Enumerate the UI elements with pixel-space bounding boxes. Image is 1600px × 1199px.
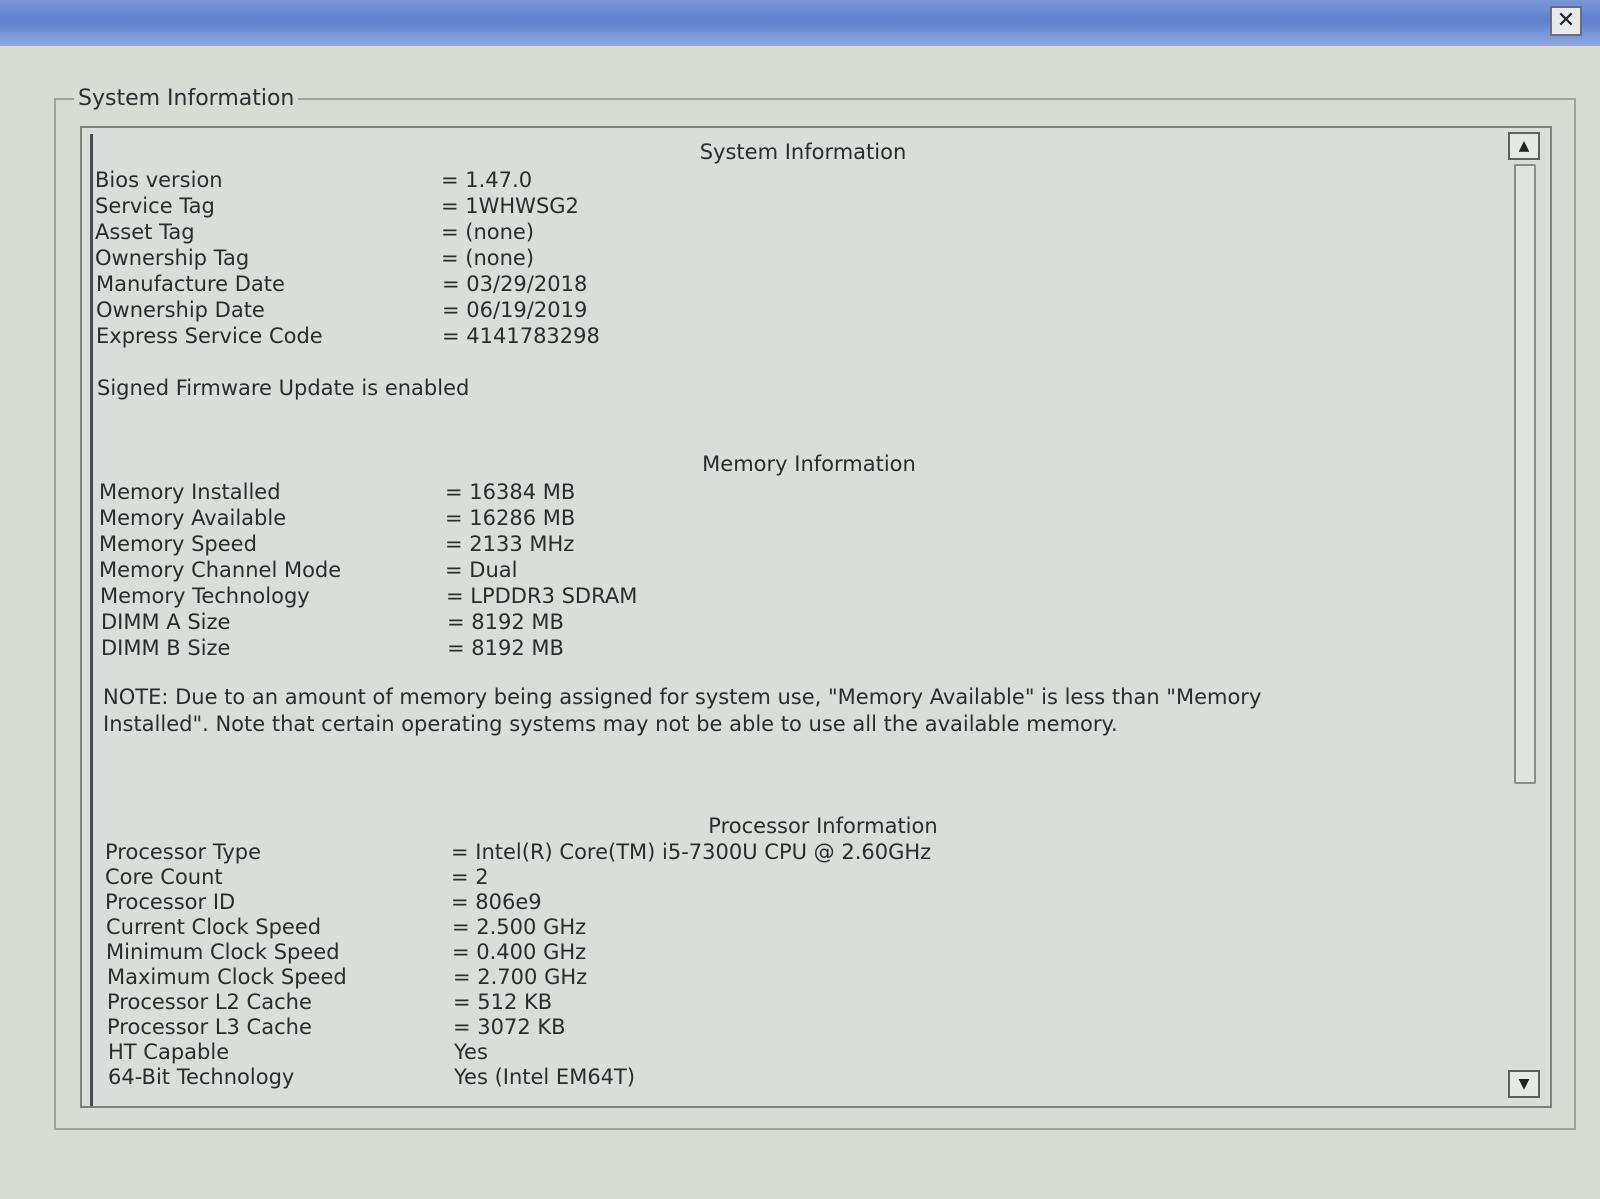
row-value: = 2 (451, 865, 489, 889)
group-legend: System Information (74, 86, 299, 111)
scroll-down-button[interactable]: ▼ (1508, 1070, 1540, 1098)
system-section-title: System Information (699, 140, 907, 164)
info-panel[interactable]: System Information Bios version = 1.47.0… (80, 126, 1552, 1108)
row-value: = (none) (441, 220, 535, 244)
row-label: Minimum Clock Speed (106, 940, 340, 964)
row-value: = Dual (445, 558, 518, 582)
row-label: Processor ID (105, 890, 236, 914)
arrow-up-icon: ▲ (1518, 138, 1530, 154)
row-value: Yes (Intel EM64T) (454, 1065, 636, 1089)
row-value: = 4141783298 (442, 324, 600, 348)
row-label: Memory Installed (99, 480, 281, 504)
arrow-down-icon: ▼ (1518, 1076, 1530, 1092)
scroll-up-button[interactable]: ▲ (1508, 132, 1540, 160)
row-value: = 3072 KB (453, 1015, 566, 1039)
processor-section-title: Processor Information (708, 814, 938, 838)
info-content: System Information Bios version = 1.47.0… (82, 128, 1502, 1106)
row-label: Processor L3 Cache (107, 1015, 312, 1039)
row-label: Maximum Clock Speed (107, 965, 347, 989)
row-value: = 2133 MHz (445, 532, 575, 556)
row-value: = LPDDR3 SDRAM (446, 584, 638, 608)
row-value: = 16384 MB (445, 480, 576, 504)
info-text-area: System Information Bios version = 1.47.0… (90, 134, 1498, 1106)
row-label: Memory Speed (99, 532, 257, 556)
row-label: DIMM A Size (101, 610, 231, 634)
row-value: Yes (454, 1040, 488, 1064)
row-value: = Intel(R) Core(TM) i5-7300U CPU @ 2.60G… (451, 840, 932, 864)
row-value: = 806e9 (451, 890, 542, 914)
row-value: = 1WHWSG2 (441, 194, 579, 218)
row-value: = 2.700 GHz (453, 965, 588, 989)
close-button[interactable]: ✕ (1550, 6, 1582, 36)
memory-note: NOTE: Due to an amount of memory being a… (103, 685, 1262, 736)
row-label: 64-Bit Technology (108, 1065, 295, 1089)
row-value: = 8192 MB (447, 610, 564, 634)
memory-section-title: Memory Information (702, 452, 916, 476)
row-value: = 06/19/2019 (442, 298, 588, 322)
row-label: HT Capable (108, 1040, 230, 1064)
row-value: = 1.47.0 (441, 168, 533, 192)
row-value: = 16286 MB (445, 506, 576, 530)
row-label: Manufacture Date (96, 272, 285, 296)
row-label: Processor Type (105, 840, 262, 864)
row-label: Memory Available (99, 506, 287, 530)
vertical-scrollbar[interactable]: ▲ ▼ (1504, 132, 1544, 1104)
row-label: Memory Channel Mode (99, 558, 342, 582)
row-label: Processor L2 Cache (107, 990, 312, 1014)
row-value: = 0.400 GHz (452, 940, 587, 964)
row-label: Ownership Date (96, 298, 265, 322)
row-value: = 512 KB (453, 990, 553, 1014)
row-value: = 03/29/2018 (442, 272, 588, 296)
row-label: Current Clock Speed (106, 915, 322, 939)
row-value: = 2.500 GHz (452, 915, 587, 939)
row-label: Express Service Code (96, 324, 323, 348)
row-label: Asset Tag (95, 220, 195, 244)
row-label: Service Tag (95, 194, 215, 218)
window-body: System Information System Information Bi… (0, 46, 1600, 1199)
row-label: Bios version (95, 168, 223, 192)
scroll-thumb[interactable] (1514, 164, 1536, 784)
window-titlebar: ✕ (0, 0, 1600, 46)
scroll-track[interactable] (1514, 164, 1536, 1072)
signed-firmware-text: Signed Firmware Update is enabled (97, 376, 470, 400)
row-value: = 8192 MB (447, 636, 564, 660)
row-label: Ownership Tag (95, 246, 250, 270)
row-label: Memory Technology (100, 584, 310, 608)
system-information-group: System Information System Information Bi… (54, 86, 1576, 1130)
close-icon: ✕ (1556, 8, 1576, 33)
row-label: Core Count (105, 865, 223, 889)
row-label: DIMM B Size (101, 636, 231, 660)
row-value: = (none) (441, 246, 535, 270)
